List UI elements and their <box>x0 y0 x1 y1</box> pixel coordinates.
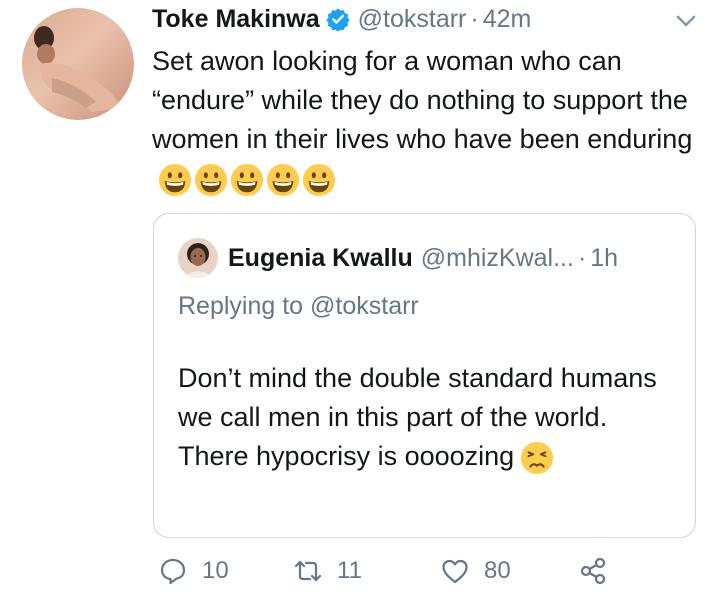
share-icon <box>580 557 606 585</box>
tweet-timestamp[interactable]: 42m <box>483 5 532 34</box>
retweet-icon <box>294 560 322 582</box>
separator-dot: · <box>577 243 587 272</box>
emoji-group <box>158 163 336 197</box>
like-button[interactable]: 80 <box>440 556 511 586</box>
quoted-tweet-header: Eugenia Kwallu @mhizKwal... · 1h <box>228 238 618 278</box>
reply-button[interactable]: 10 <box>158 556 229 586</box>
like-count: 80 <box>484 557 511 584</box>
author-avatar[interactable] <box>22 8 134 120</box>
grinning-face-icon <box>302 163 336 196</box>
retweet-count: 11 <box>337 557 362 584</box>
tweet-text: Set awon looking for a woman who can “en… <box>152 42 712 198</box>
grinning-face-icon <box>230 163 264 196</box>
quoted-tweet-text: Don’t mind the double standard humans we… <box>178 359 668 476</box>
chevron-down-icon[interactable] <box>674 12 698 30</box>
grinning-face-icon <box>266 163 300 196</box>
share-button[interactable] <box>578 556 622 586</box>
author-handle[interactable]: @tokstarr <box>358 5 467 34</box>
retweet-button[interactable]: 11 <box>293 556 362 586</box>
heart-icon <box>442 559 468 584</box>
quoted-tweet-timestamp[interactable]: 1h <box>590 244 618 273</box>
grinning-face-icon <box>158 163 192 196</box>
reply-icon <box>160 558 186 585</box>
quoted-author-avatar[interactable] <box>178 238 218 278</box>
replying-to-label: Replying to <box>178 292 304 320</box>
reply-count: 10 <box>202 557 229 584</box>
replying-to-mention[interactable]: @tokstarr <box>310 292 419 320</box>
persevering-face-icon <box>521 441 554 474</box>
quoted-tweet-text-content: Don’t mind the double standard humans we… <box>178 363 657 471</box>
quoted-author-name[interactable]: Eugenia Kwallu <box>228 244 413 273</box>
separator-dot: · <box>470 4 479 33</box>
quoted-author-handle[interactable]: @mhizKwal... <box>421 244 574 273</box>
grinning-face-icon <box>194 163 228 196</box>
author-name[interactable]: Toke Makinwa <box>152 5 320 34</box>
tweet-text-content: Set awon looking for a woman who can “en… <box>152 46 693 154</box>
replying-to-line: Replying to @tokstarr <box>178 292 419 321</box>
verified-badge-icon <box>326 8 350 31</box>
tweet-action-bar: 10 11 80 <box>0 556 720 600</box>
tweet-header: Toke Makinwa @tokstarr · 42m <box>152 2 531 36</box>
quoted-tweet-card[interactable]: Eugenia Kwallu @mhizKwal... · 1h Replyin… <box>153 213 696 538</box>
